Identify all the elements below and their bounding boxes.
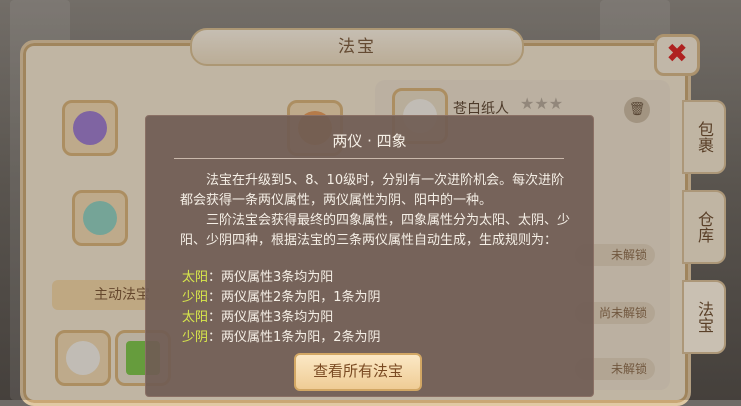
rule-text: ：两仪属性2条为阳，1条为阴 bbox=[208, 290, 381, 305]
popup-description: 法宝在升级到5、8、10级时，分别有一次进阶机会。每次进阶都会获得一条两仪属性，… bbox=[180, 171, 572, 251]
rule-line: 少阳：两仪属性2条为阳，1条为阴 bbox=[182, 286, 381, 305]
rule-text: ：两仪属性3条均为阳 bbox=[208, 270, 334, 285]
rule-key: 少阴 bbox=[182, 330, 209, 345]
rule-key: 少阳 bbox=[182, 290, 209, 305]
rule-line: 少阴：两仪属性1条为阳，2条为阴 bbox=[182, 326, 381, 345]
view-all-treasures-button[interactable]: 查看所有法宝 bbox=[294, 353, 422, 391]
rule-key: 太阳 bbox=[182, 270, 209, 285]
popup-title: 两仪 · 四象 bbox=[332, 132, 407, 150]
rule-text: ：两仪属性1条为阳，2条为阴 bbox=[208, 330, 381, 345]
popup-paragraph-2: 三阶法宝会获得最终的四象属性，四象属性分为太阳、太阴、少阳、少阴四种，根据法宝的… bbox=[180, 213, 571, 248]
rule-line: 太阳：两仪属性3条均为阳 bbox=[182, 266, 333, 285]
rule-key: 太阳 bbox=[182, 310, 209, 325]
popup-paragraph-1: 法宝在升级到5、8、10级时，分别有一次进阶机会。每次进阶都会获得一条两仪属性，… bbox=[180, 173, 565, 208]
info-popup: 两仪 · 四象 法宝在升级到5、8、10级时，分别有一次进阶机会。每次进阶都会获… bbox=[145, 115, 594, 397]
rule-line: 太阳：两仪属性3条均为阳 bbox=[182, 306, 333, 325]
popup-divider bbox=[174, 158, 564, 159]
rule-text: ：两仪属性3条均为阳 bbox=[208, 310, 334, 325]
